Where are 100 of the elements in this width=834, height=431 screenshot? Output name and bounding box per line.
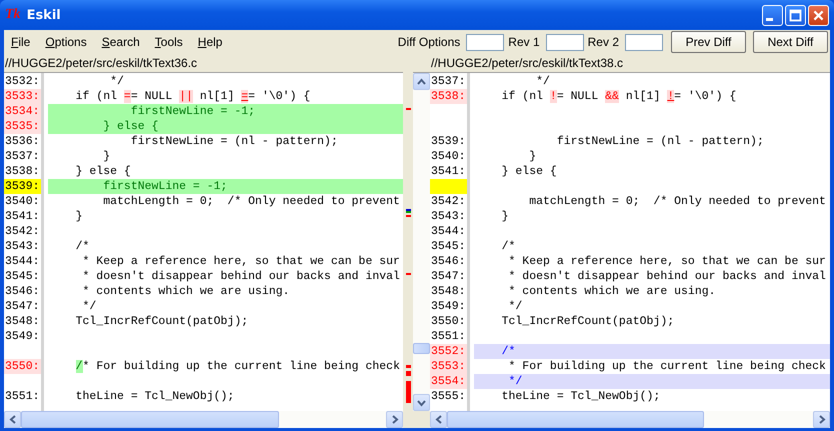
rev-label: Rev 2 bbox=[588, 35, 619, 49]
line-number: 3533: bbox=[4, 90, 40, 103]
line-number: 3549: bbox=[4, 330, 40, 343]
rev-field[interactable] bbox=[546, 34, 584, 50]
window-title: Eskil bbox=[26, 8, 61, 22]
scroll-left-icon bbox=[434, 415, 442, 424]
menu-item[interactable]: Help bbox=[198, 35, 222, 49]
code-line: * For building up the current line being check bbox=[508, 359, 827, 374]
line-number: 3545: bbox=[430, 240, 466, 253]
code-line: * doesn't disappear behind our backs and inval bbox=[508, 269, 827, 284]
line-number: 3538: bbox=[4, 165, 40, 178]
close-button[interactable] bbox=[808, 4, 829, 26]
line-number: 3542: bbox=[430, 195, 466, 208]
line-number: 3541: bbox=[4, 210, 40, 223]
menu-item[interactable]: Tools bbox=[154, 35, 183, 49]
line-number: 3540: bbox=[4, 195, 40, 208]
line-number: 3537: bbox=[4, 150, 40, 163]
scroll-left-button[interactable] bbox=[430, 411, 447, 428]
minimize-icon bbox=[766, 18, 773, 20]
code-line: * Keep a reference here, so that we can be sur bbox=[82, 254, 401, 269]
code-line: * contents which we are using. bbox=[508, 284, 717, 299]
line-number: 3542: bbox=[4, 225, 40, 238]
code-line: matchLength = 0; /* Only needed to prevent bbox=[528, 194, 827, 209]
diff-nav-button[interactable]: Prev Diff bbox=[671, 31, 746, 53]
line-number: 3547: bbox=[430, 270, 466, 283]
code-line: } bbox=[500, 209, 510, 224]
scroll-left-button[interactable] bbox=[4, 411, 21, 428]
line-number: 3544: bbox=[430, 225, 466, 238]
code-line: theLine = Tcl_NewObj(); bbox=[500, 389, 662, 404]
line-number: 3551: bbox=[4, 390, 40, 403]
line-number: 3548: bbox=[430, 285, 466, 298]
minimize-button[interactable] bbox=[762, 4, 783, 26]
line-number: 3544: bbox=[4, 255, 40, 268]
scroll-right-button[interactable] bbox=[386, 411, 403, 428]
code-line: */ bbox=[535, 74, 551, 89]
maximize-button[interactable] bbox=[785, 4, 806, 26]
scroll-thumb[interactable] bbox=[21, 411, 279, 428]
line-number: 3551: bbox=[430, 330, 466, 343]
scroll-down-icon bbox=[417, 398, 426, 406]
code-line: */ bbox=[109, 74, 125, 89]
line-number: 3547: bbox=[4, 300, 40, 313]
code-line: theLine = Tcl_NewObj(); bbox=[74, 389, 236, 404]
scroll-right-icon bbox=[390, 415, 398, 424]
code-line: Tcl_IncrRefCount(patObj); bbox=[74, 314, 250, 329]
menu-item[interactable]: Search bbox=[102, 35, 140, 49]
code-line: Tcl_IncrRefCount(patObj); bbox=[500, 314, 676, 329]
file-path: //HUGGE2/peter/src/eskil/tkText38.c bbox=[431, 56, 624, 70]
scroll-down-button[interactable] bbox=[413, 394, 430, 411]
code-line: * doesn't disappear behind our backs and inval bbox=[82, 269, 401, 284]
line-number: 3550: bbox=[4, 360, 40, 373]
rev-label: Rev 1 bbox=[508, 35, 540, 49]
line-number: 3539: bbox=[430, 135, 466, 148]
code-line: * Keep a reference here, so that we can be sur bbox=[508, 254, 827, 269]
code-line: } bbox=[74, 209, 84, 224]
line-number: 3545: bbox=[4, 270, 40, 283]
app-logo: Tk bbox=[5, 7, 21, 23]
rev-field[interactable] bbox=[625, 34, 663, 50]
menu-item[interactable]: Options bbox=[45, 35, 87, 49]
scroll-thumb[interactable] bbox=[413, 343, 430, 354]
line-number: 3532: bbox=[4, 75, 40, 88]
scroll-left-icon bbox=[8, 415, 16, 424]
code-line: firstNewLine = (nl - pattern); bbox=[556, 134, 765, 149]
code-line: /* bbox=[500, 239, 516, 254]
code-line: /* For building up the current line being check bbox=[74, 359, 401, 374]
code-line: */ bbox=[508, 299, 524, 314]
line-number: 3546: bbox=[4, 285, 40, 298]
line-number: 3555: bbox=[430, 390, 466, 403]
line-number: 3538: bbox=[430, 90, 466, 103]
diff-nav-button[interactable]: Next Diff bbox=[753, 31, 828, 53]
line-number: 3543: bbox=[430, 210, 466, 223]
line-number: 3550: bbox=[430, 315, 466, 328]
horizontal-scrollbar[interactable] bbox=[430, 411, 830, 428]
horizontal-scrollbar[interactable] bbox=[4, 411, 403, 428]
scroll-up-button[interactable] bbox=[413, 73, 430, 90]
file-path: //HUGGE2/peter/src/eskil/tkText36.c bbox=[4, 56, 198, 70]
line-number: 3534: bbox=[4, 105, 40, 118]
line-number: 3554: bbox=[430, 375, 466, 388]
code-line: } bbox=[528, 149, 538, 164]
line-number: 3535: bbox=[4, 120, 40, 133]
code-line: if (nl == NULL || nl[1] == '\0') { bbox=[74, 89, 312, 104]
scroll-up-icon bbox=[417, 78, 426, 86]
code-line: if (nl != NULL && nl[1] != '\0') { bbox=[500, 89, 738, 104]
line-number: 3541: bbox=[430, 165, 466, 178]
code-line: } bbox=[102, 149, 112, 164]
menu-item[interactable]: File bbox=[11, 35, 30, 49]
scroll-thumb[interactable] bbox=[447, 411, 704, 428]
code-line: * contents which we are using. bbox=[82, 284, 291, 299]
code-line: firstNewLine = (nl - pattern); bbox=[130, 134, 339, 149]
vertical-scrollbar[interactable] bbox=[413, 72, 430, 411]
code-line: /* bbox=[74, 239, 90, 254]
line-number: 3552: bbox=[430, 345, 466, 358]
diff-options-label: Diff Options bbox=[398, 35, 460, 49]
line-number: 3546: bbox=[430, 255, 466, 268]
diff-options-field[interactable] bbox=[466, 34, 504, 50]
code-line: matchLength = 0; /* Only needed to prevent bbox=[102, 194, 401, 209]
line-number: 3549: bbox=[430, 300, 466, 313]
scroll-right-icon bbox=[818, 415, 826, 424]
code-line: } else { bbox=[74, 164, 132, 179]
line-number: 3537: bbox=[430, 75, 466, 88]
scroll-right-button[interactable] bbox=[813, 411, 830, 428]
